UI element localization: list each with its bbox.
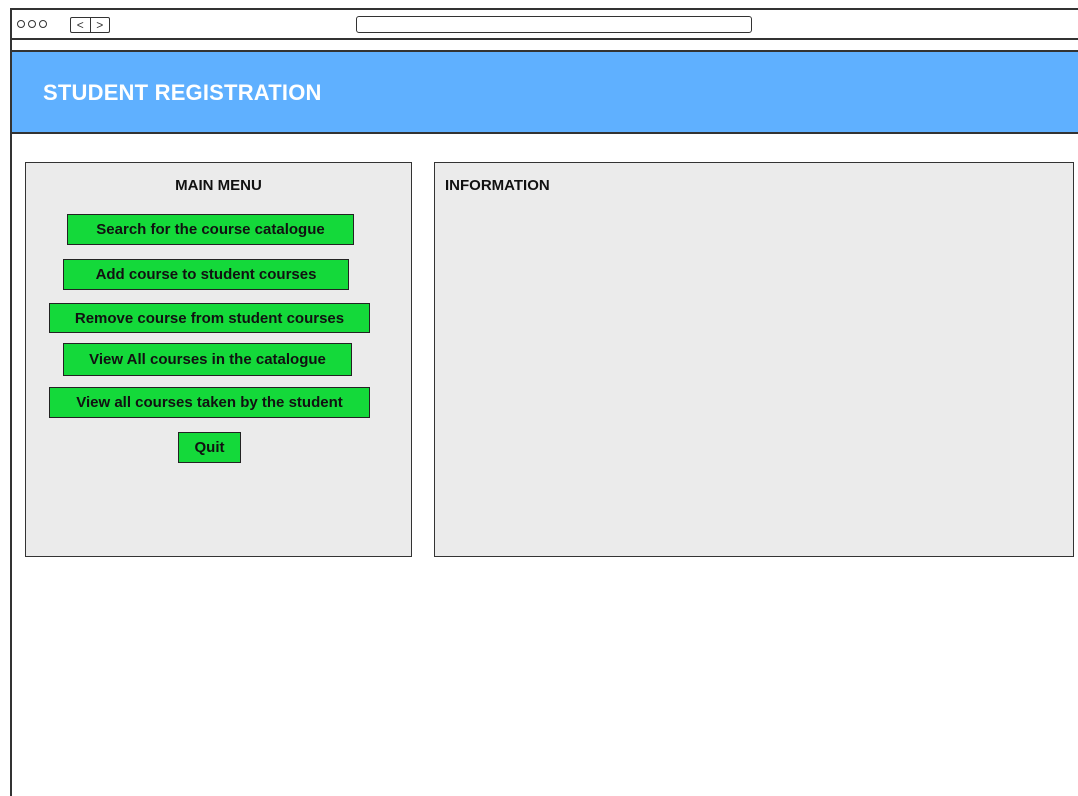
- view-student-courses-button[interactable]: View all courses taken by the student: [49, 387, 370, 418]
- url-bar[interactable]: [356, 16, 752, 33]
- main-menu-title: MAIN MENU: [175, 177, 262, 194]
- information-title: INFORMATION: [445, 177, 550, 194]
- information-panel: INFORMATION: [434, 162, 1074, 557]
- add-course-button[interactable]: Add course to student courses: [63, 259, 349, 290]
- remove-course-button[interactable]: Remove course from student courses: [49, 303, 370, 333]
- page-title: STUDENT REGISTRATION: [43, 80, 322, 105]
- nav-arrows: < >: [70, 17, 110, 33]
- browser-toolbar: < >: [12, 10, 1078, 40]
- browser-window: < > STUDENT REGISTRATION MAIN MENU Searc…: [10, 8, 1078, 796]
- search-catalogue-button[interactable]: Search for the course catalogue: [67, 214, 354, 245]
- app-header: STUDENT REGISTRATION: [12, 50, 1078, 134]
- window-dot-icon[interactable]: [39, 20, 47, 28]
- forward-arrow-icon[interactable]: >: [89, 18, 110, 32]
- main-menu-panel: MAIN MENU Search for the course catalogu…: [25, 162, 412, 557]
- window-controls: [17, 20, 47, 28]
- quit-button[interactable]: Quit: [178, 432, 241, 463]
- view-all-catalogue-button[interactable]: View All courses in the catalogue: [63, 343, 352, 376]
- window-dot-icon[interactable]: [28, 20, 36, 28]
- back-arrow-icon[interactable]: <: [71, 18, 90, 32]
- window-dot-icon[interactable]: [17, 20, 25, 28]
